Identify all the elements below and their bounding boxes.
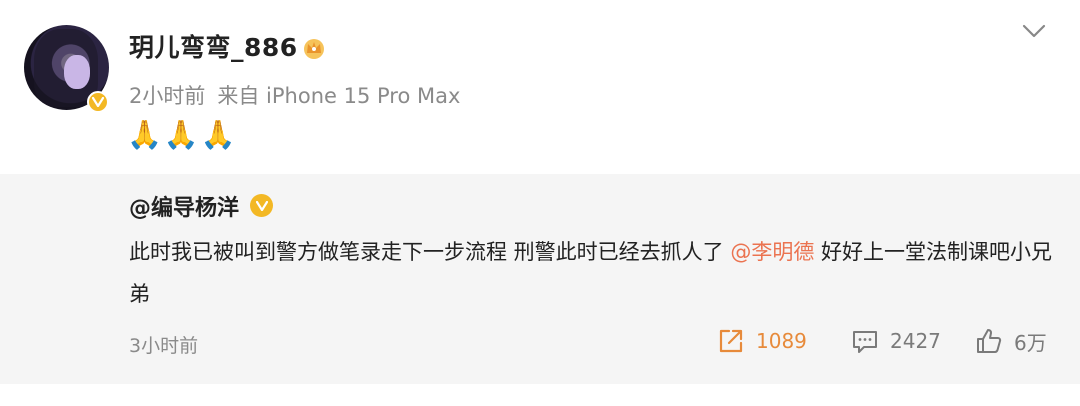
quoted-author[interactable]: @编导杨洋 — [129, 190, 239, 222]
chevron-down-icon[interactable] — [1021, 22, 1047, 40]
quoted-text: 此时我已被叫到警方做笔录走下一步流程 刑警此时已经去抓人了 @李明德 好好上一堂… — [129, 231, 1054, 315]
repost-count: 1089 — [756, 329, 807, 353]
vip-crown-icon — [304, 39, 324, 59]
post-source: 来自 iPhone 15 Pro Max — [217, 84, 461, 108]
post-content: 🙏🙏🙏 — [127, 118, 238, 151]
post-meta: 2小时前 来自 iPhone 15 Pro Max — [129, 80, 460, 110]
bottom-spacer — [0, 384, 1080, 406]
comment-button[interactable]: 2427 — [850, 326, 941, 356]
weibo-post: 玥儿弯弯_886 2小时前 来自 iPhone 15 Pro Max 🙏🙏🙏 — [0, 0, 1080, 174]
repost-icon — [719, 329, 743, 353]
mention-link[interactable]: @李明德 — [730, 240, 814, 264]
like-button[interactable]: 6万 — [974, 326, 1047, 356]
quoted-post[interactable]: @编导杨洋 此时我已被叫到警方做笔录走下一步流程 刑警此时已经去抓人了 @李明德… — [0, 174, 1080, 384]
verified-badge-icon — [87, 91, 109, 113]
thumbs-up-icon — [977, 329, 1002, 353]
avatar-face — [64, 55, 90, 89]
repost-button[interactable]: 1089 — [716, 326, 807, 356]
comment-icon — [853, 331, 877, 353]
comment-count: 2427 — [890, 329, 941, 353]
post-time: 2小时前 — [129, 84, 206, 108]
quoted-time: 3小时前 — [129, 335, 199, 357]
username[interactable]: 玥儿弯弯_886 — [129, 28, 298, 64]
verified-badge-icon — [250, 194, 273, 217]
like-count: 6万 — [1014, 330, 1047, 355]
quoted-text-before: 此时我已被叫到警方做笔录走下一步流程 刑警此时已经去抓人了 — [129, 240, 731, 264]
